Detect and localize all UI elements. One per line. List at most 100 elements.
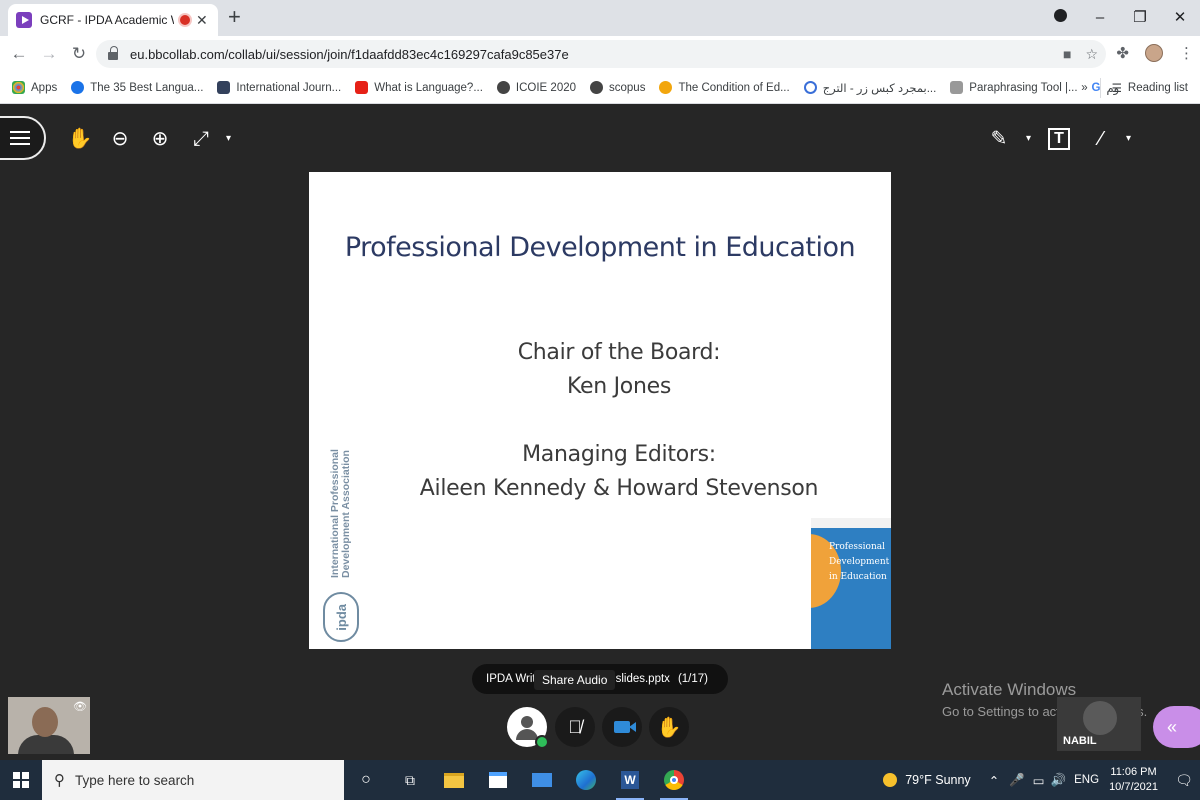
raise-hand-button[interactable]: ✋ <box>649 707 689 747</box>
clock-date: 10/7/2021 <box>1109 781 1158 793</box>
taskbar-clock[interactable]: 11:06 PM 10/7/2021 <box>1109 765 1158 795</box>
microphone-toggle-button[interactable]: 🎙̸ <box>555 707 595 747</box>
status-check-icon <box>535 735 549 749</box>
igi-favicon-icon <box>217 81 231 94</box>
bookmark-item[interactable]: Paraphrasing Tool |... <box>950 81 1078 94</box>
chrome-icon[interactable] <box>652 760 696 800</box>
slide-title: Professional Development in Education <box>344 232 856 263</box>
bookmark-item[interactable]: بمجرد كبس زر - الترج... <box>803 81 936 95</box>
shared-file-pages: (1/17) <box>677 673 708 685</box>
youtube-icon <box>355 81 369 94</box>
recording-indicator-icon <box>180 15 190 25</box>
tab-title: GCRF - IPDA Academic Writ <box>40 13 174 27</box>
task-view-button[interactable]: ⧉ <box>388 760 432 800</box>
user-avatar[interactable] <box>1145 44 1163 62</box>
session-menu-button[interactable] <box>0 116 46 160</box>
bookmark-item[interactable]: The Condition of Ed... <box>659 81 790 94</box>
zoom-out-tool[interactable]: ⊖ <box>107 126 133 152</box>
window-controls: – ❐ ✕ <box>1040 0 1200 34</box>
person-face <box>32 707 58 737</box>
bookmarks-bar: Apps The 35 Best Langua... International… <box>0 72 1200 104</box>
url-text[interactable]: eu.bbcollab.com/collab/ui/session/join/f… <box>130 47 569 62</box>
store-icon[interactable] <box>476 760 520 800</box>
eye-icon[interactable]: 👁 <box>73 700 87 713</box>
battery-icon[interactable]: ▭ <box>1033 773 1045 788</box>
chevron-left-icon: « <box>1167 716 1178 737</box>
ipda-logo-text: ipda <box>333 603 349 631</box>
zoom-in-tool[interactable]: ⊕ <box>147 126 173 152</box>
participant-tile[interactable]: NABIL <box>1057 697 1141 751</box>
bookmark-apps[interactable]: Apps <box>12 81 57 94</box>
back-button[interactable]: ← <box>4 44 34 64</box>
hamburger-icon <box>10 131 30 145</box>
show-hidden-icons-chevron-icon[interactable]: ⌃ <box>989 773 999 788</box>
tab-close-icon[interactable]: ✕ <box>196 12 208 29</box>
bookmark-item[interactable]: ICOIE 2020 <box>496 81 576 94</box>
bookmark-item[interactable]: The 35 Best Langua... <box>71 81 203 94</box>
person-body <box>18 735 74 754</box>
weather-text[interactable]: 79°F Sunny <box>905 773 970 787</box>
my-status-button[interactable] <box>507 707 549 749</box>
edge-icon[interactable] <box>564 760 608 800</box>
lock-icon[interactable] <box>108 46 118 60</box>
volume-icon[interactable]: 🔊 <box>1051 773 1067 788</box>
bookmark-star-icon[interactable]: ☆ <box>1085 46 1098 63</box>
bookmark-item[interactable]: International Journ... <box>217 81 341 94</box>
new-tab-button[interactable]: + <box>228 6 241 28</box>
fit-options-caret-icon[interactable]: ▾ <box>226 126 231 152</box>
microphone-icon[interactable]: 🎤 <box>1009 773 1025 788</box>
file-explorer-icon[interactable] <box>432 760 476 800</box>
mail-icon[interactable] <box>520 760 564 800</box>
clock-time: 11:06 PM <box>1110 766 1157 778</box>
chair-label: Chair of the Board: <box>517 340 721 365</box>
windows-logo-icon <box>13 772 29 788</box>
participant-avatar <box>1083 701 1117 735</box>
globe-icon <box>496 81 510 94</box>
collaborate-session: ✋ ⊖ ⊕ ⤢ ▾ ✎ ▾ T ⁄ ▾ Professional Develop… <box>0 104 1200 760</box>
line-options-caret-icon[interactable]: ▾ <box>1126 126 1131 152</box>
pan-hand-tool[interactable]: ✋ <box>67 126 93 152</box>
input-language[interactable]: ENG <box>1074 774 1099 786</box>
line-tool[interactable]: ⁄ <box>1088 126 1114 152</box>
system-tray: 79°F Sunny ⌃ 🎤 ▭ 🔊 ENG 11:06 PM 10/7/202… <box>883 760 1200 800</box>
self-video-preview[interactable]: 👁 <box>8 697 90 754</box>
bookmark-favicon-icon <box>659 81 673 94</box>
reload-button[interactable]: ↻ <box>64 44 94 64</box>
profile-icon[interactable] <box>1040 8 1080 26</box>
camera-in-use-icon[interactable]: ■ <box>1063 46 1071 62</box>
forward-button[interactable]: → <box>34 44 64 64</box>
cortana-button[interactable]: ○ <box>344 760 388 800</box>
maximize-button[interactable]: ❐ <box>1120 8 1160 26</box>
raise-hand-icon: ✋ <box>656 716 682 739</box>
reading-list-icon: ☰ <box>1111 83 1122 95</box>
more-bookmarks-button[interactable]: » <box>1081 82 1087 94</box>
ipda-org-line-2: Development Association <box>340 450 352 578</box>
participant-name: NABIL <box>1063 735 1097 747</box>
text-tool[interactable]: T <box>1048 128 1070 150</box>
shared-slide: Professional Development in Education Ch… <box>309 172 891 649</box>
close-window-button[interactable]: ✕ <box>1160 8 1200 26</box>
open-collaborate-panel-button[interactable]: « <box>1153 706 1200 748</box>
browser-tab[interactable]: GCRF - IPDA Academic Writ ✕ <box>8 4 218 36</box>
pencil-options-caret-icon[interactable]: ▾ <box>1026 126 1031 152</box>
pencil-tool[interactable]: ✎ <box>986 126 1012 152</box>
reading-list-button[interactable]: Reading list <box>1128 82 1188 94</box>
search-icon: ⚲ <box>54 772 65 789</box>
globe-icon <box>590 81 604 94</box>
collaborate-favicon-icon <box>16 12 32 28</box>
bookmark-favicon-icon <box>71 81 85 94</box>
browser-menu-icon[interactable]: ⋮ <box>1179 44 1194 62</box>
sunny-weather-icon[interactable] <box>883 773 898 787</box>
share-audio-tooltip: Share Audio <box>534 670 616 690</box>
bookmark-item[interactable]: What is Language?... <box>355 81 483 94</box>
omnibox[interactable]: eu.bbcollab.com/collab/ui/session/join/f… <box>96 40 1106 68</box>
camera-toggle-button[interactable] <box>602 707 642 747</box>
extensions-icon[interactable]: ✤ <box>1116 44 1129 62</box>
word-icon[interactable]: W <box>608 760 652 800</box>
fit-page-tool[interactable]: ⤢ <box>188 126 214 152</box>
minimize-button[interactable]: – <box>1080 9 1120 26</box>
notifications-icon[interactable]: 🗨 <box>1168 772 1200 789</box>
start-button[interactable] <box>0 760 42 800</box>
bookmark-item[interactable]: scopus <box>590 81 645 94</box>
taskbar-search-box[interactable]: ⚲ Type here to search <box>42 760 344 800</box>
